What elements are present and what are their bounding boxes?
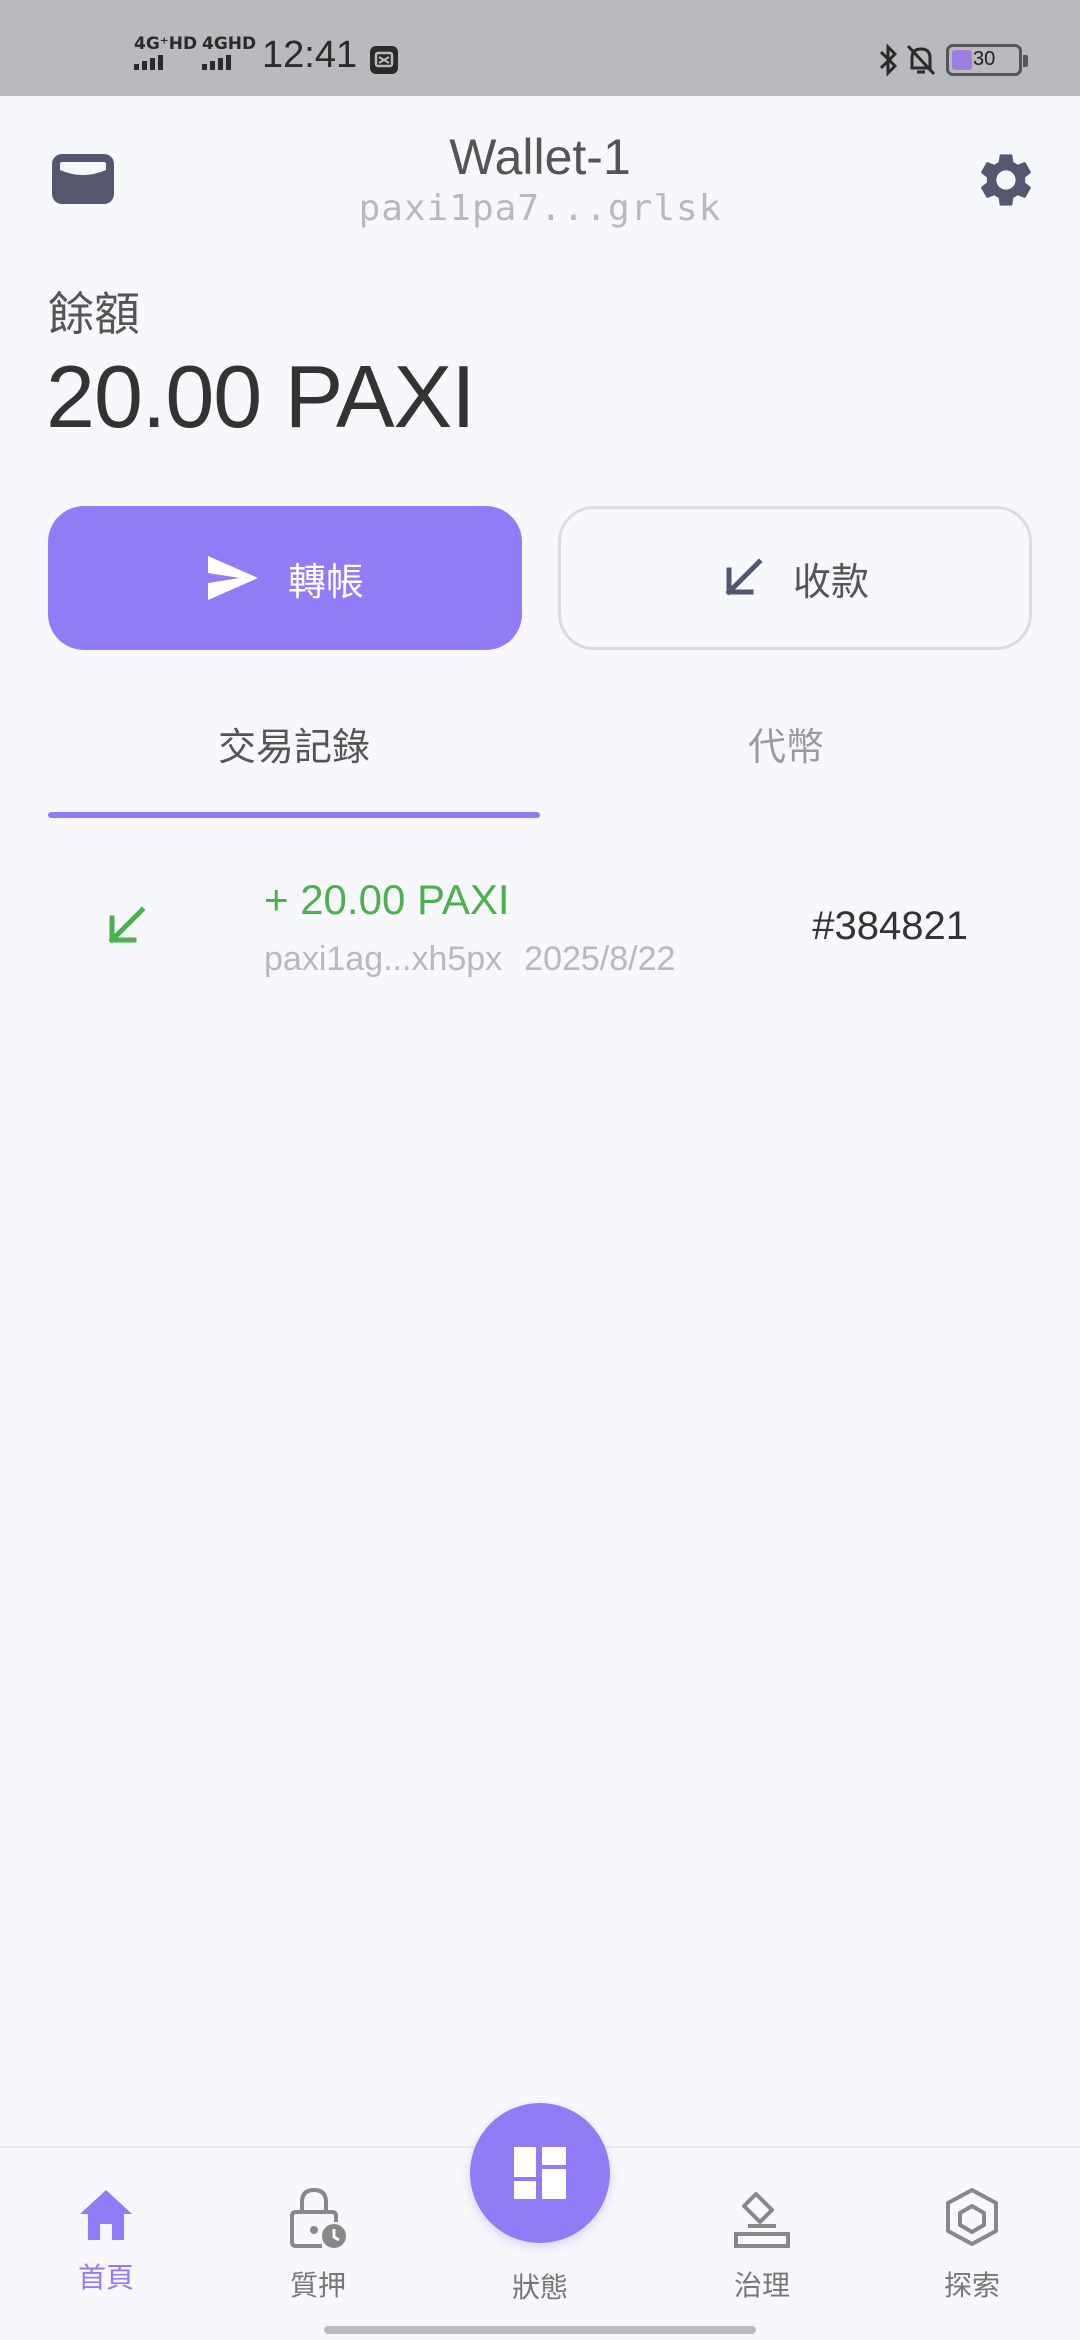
system-home-indicator[interactable] bbox=[324, 2326, 756, 2334]
status-bar: 4G⁺HD 4GHD 12:41 30 bbox=[0, 0, 1080, 96]
nav-label-explore: 探索 bbox=[943, 2269, 1000, 2302]
receive-button-label: 收款 bbox=[792, 559, 869, 604]
nav-item-staking[interactable]: 質押 bbox=[238, 2186, 398, 2304]
battery-level: 30 bbox=[973, 48, 996, 70]
battery-indicator: 30 bbox=[946, 44, 1028, 76]
nav-label-governance: 治理 bbox=[733, 2269, 790, 2302]
tx-from-address: paxi1ag...xh5px bbox=[264, 940, 503, 978]
settings-gear-icon[interactable] bbox=[974, 148, 1038, 212]
nav-item-governance[interactable]: 治理 bbox=[682, 2186, 842, 2304]
tab-transactions[interactable]: 交易記錄 bbox=[48, 716, 540, 771]
tx-block-height: #384821 bbox=[812, 904, 968, 948]
dashboard-icon bbox=[514, 2147, 566, 2199]
tx-date: 2025/8/22 bbox=[524, 940, 676, 978]
active-tab-indicator bbox=[48, 812, 540, 818]
wallet-address[interactable]: paxi1pa7...grlsk bbox=[0, 188, 1080, 229]
send-icon bbox=[207, 556, 258, 600]
nav-label-home: 首頁 bbox=[77, 2261, 134, 2294]
nav-item-explore[interactable]: 探索 bbox=[892, 2186, 1052, 2304]
send-button[interactable]: 轉帳 bbox=[48, 506, 522, 650]
arrow-down-left-icon bbox=[725, 558, 763, 596]
tx-meta: paxi1ag...xh5px 2025/8/22 bbox=[264, 940, 675, 979]
tab-tokens[interactable]: 代幣 bbox=[540, 716, 1032, 771]
nav-label-status[interactable]: 狀態 bbox=[460, 2266, 620, 2306]
clock: 12:41 bbox=[262, 34, 358, 76]
send-button-label: 轉帳 bbox=[287, 559, 364, 604]
tx-amount: + 20.00 PAXI bbox=[264, 876, 510, 923]
receive-button[interactable]: 收款 bbox=[558, 506, 1032, 650]
network-label-1: 4G⁺HD bbox=[134, 34, 198, 54]
signal-indicator-2: 4GHD bbox=[202, 36, 256, 70]
network-label-2: 4GHD bbox=[202, 34, 257, 54]
app-notification-icon bbox=[370, 46, 398, 74]
cube-icon bbox=[946, 2188, 998, 2246]
vote-icon bbox=[734, 2192, 790, 2248]
bluetooth-icon bbox=[879, 43, 898, 77]
lock-clock-icon bbox=[290, 2187, 346, 2248]
status-fab-button[interactable] bbox=[470, 2103, 610, 2243]
wallet-title[interactable]: Wallet-1 bbox=[0, 128, 1080, 186]
nav-label-staking: 質押 bbox=[289, 2269, 346, 2302]
list-item[interactable]: + 20.00 PAXI paxi1ag...xh5px 2025/8/22 #3… bbox=[48, 860, 1032, 990]
mute-bell-icon bbox=[906, 44, 936, 76]
incoming-arrow-icon bbox=[108, 906, 146, 944]
balance-value: 20.00 PAXI bbox=[46, 347, 476, 446]
nav-item-home[interactable]: 首頁 bbox=[26, 2186, 186, 2296]
signal-indicator-1: 4G⁺HD bbox=[134, 36, 197, 70]
balance-label: 餘額 bbox=[48, 287, 140, 341]
home-icon bbox=[80, 2190, 132, 2240]
